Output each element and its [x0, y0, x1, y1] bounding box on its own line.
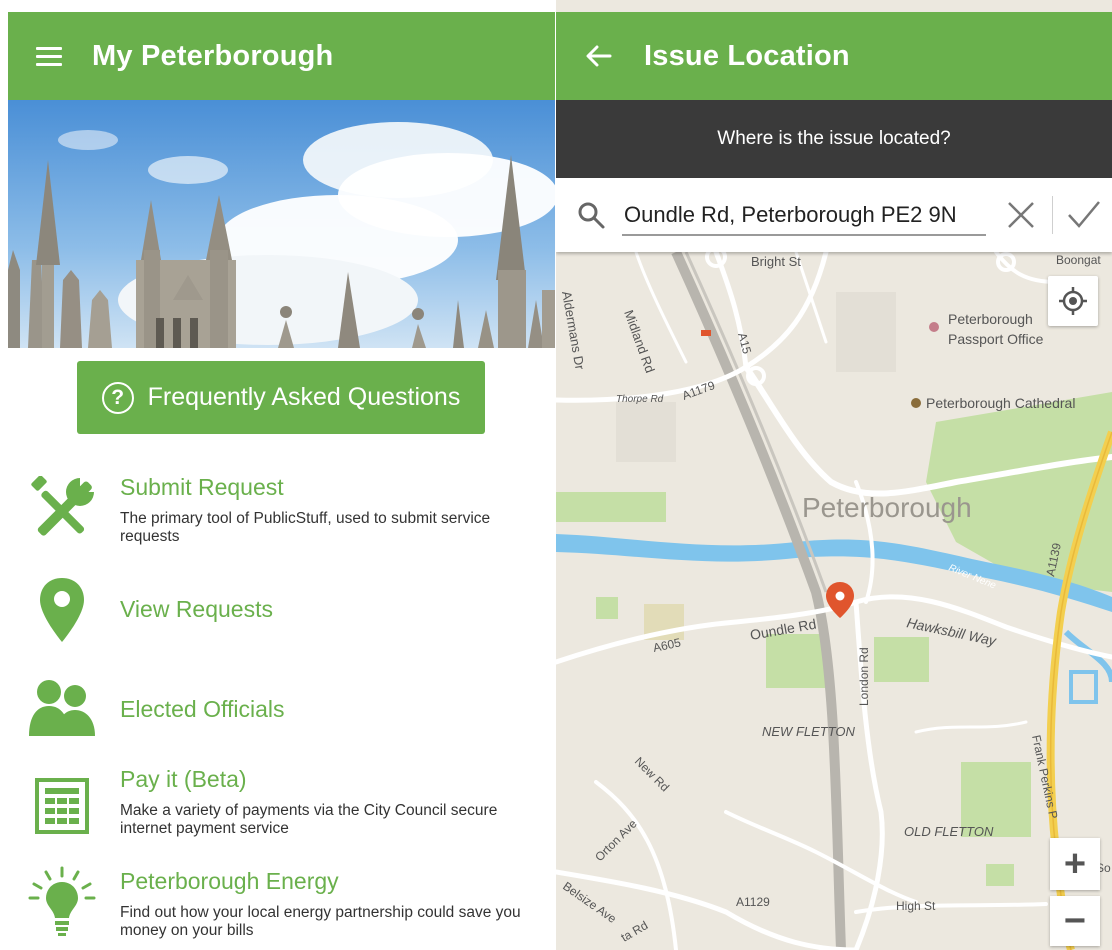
menu-item-title: Elected Officials [120, 696, 285, 722]
map-block [616, 402, 676, 462]
menu-icon[interactable] [36, 45, 62, 67]
map-park [766, 634, 828, 688]
faq-button-label: Frequently Asked Questions [147, 383, 461, 411]
map-label: Bright St [751, 254, 801, 269]
map-label: Passport Office [948, 331, 1044, 347]
check-icon[interactable] [1066, 198, 1102, 232]
back-arrow-icon[interactable] [586, 44, 612, 68]
menu-item-peterborough-energy[interactable]: Peterborough Energy Find out how your lo… [8, 864, 555, 944]
issue-app-bar: Issue Location [556, 12, 1112, 100]
address-input[interactable] [622, 196, 986, 236]
map-label: Peterborough [948, 311, 1033, 327]
menu-item-description: The primary tool of PublicStuff, used to… [120, 510, 491, 545]
location-prompt: Where is the issue located? [717, 128, 951, 149]
minus-icon: − [1063, 899, 1087, 942]
cathedral-poi-icon [911, 398, 921, 408]
plus-icon: + [1063, 842, 1087, 885]
menu-item-view-requests[interactable]: View Requests [8, 572, 555, 652]
help-icon: ? [101, 381, 134, 414]
menu-item-title: Peterborough Energy [120, 868, 339, 894]
map-label: OLD FLETTON [904, 824, 994, 839]
map-label: Boongat [1056, 253, 1101, 267]
menu-item-description: Find out how your local energy partnersh… [120, 904, 521, 939]
map-poi-icon [701, 330, 711, 336]
menu-item-title: Submit Request [120, 474, 284, 500]
menu-item-submit-request[interactable]: Submit Request The primary tool of Publi… [8, 470, 555, 550]
page: My Peterborough ? Frequently Asked Quest… [0, 0, 1112, 950]
location-prompt-bar: Where is the issue located? [556, 100, 1112, 178]
menu-item-title: View Requests [120, 596, 273, 622]
menu-item-description: Make a variety of payments via the City … [120, 802, 498, 837]
search-icon [578, 202, 605, 229]
my-location-icon [1059, 287, 1087, 315]
lightbulb-icon [26, 866, 98, 938]
bill-icon [26, 770, 98, 842]
location-pin-icon [26, 574, 98, 646]
close-icon[interactable] [1004, 198, 1038, 232]
map-park [556, 492, 666, 522]
map-park [596, 597, 618, 619]
home-screen: My Peterborough ? Frequently Asked Quest… [8, 0, 555, 950]
map-label: High St [896, 899, 936, 913]
map-city-label: Peterborough [802, 492, 972, 523]
people-icon [26, 672, 98, 744]
issue-location-screen: Issue Location Where is the issue locate… [556, 0, 1112, 950]
my-location-button[interactable] [1048, 276, 1098, 326]
map-label: London Rd [857, 647, 871, 706]
cathedral-hero-image [8, 100, 555, 348]
screen-title: Issue Location [644, 39, 850, 72]
divider [1052, 196, 1053, 234]
map-park [874, 637, 929, 682]
app-title: My Peterborough [92, 39, 334, 72]
map-label: NEW FLETTON [762, 724, 856, 739]
menu-item-pay-it[interactable]: Pay it (Beta) Make a variety of payments… [8, 764, 555, 844]
faq-button[interactable]: ? Frequently Asked Questions [77, 361, 485, 434]
map-block [836, 292, 896, 372]
address-search-bar [556, 178, 1112, 252]
map-park [986, 864, 1014, 886]
passport-office-poi-icon [929, 322, 939, 332]
zoom-in-button[interactable]: + [1050, 838, 1100, 890]
zoom-out-button[interactable]: − [1050, 896, 1100, 946]
map-label: Peterborough Cathedral [926, 395, 1075, 411]
map-label: A1129 [736, 895, 770, 909]
map-label: Thorpe Rd [616, 394, 664, 405]
tools-icon [26, 474, 98, 546]
menu-item-title: Pay it (Beta) [120, 766, 247, 792]
home-app-bar: My Peterborough [8, 12, 555, 100]
map-view[interactable]: Bright St Boongat Aldermans Dr Midland R… [556, 252, 1112, 950]
menu-item-elected-officials[interactable]: Elected Officials [8, 670, 555, 750]
